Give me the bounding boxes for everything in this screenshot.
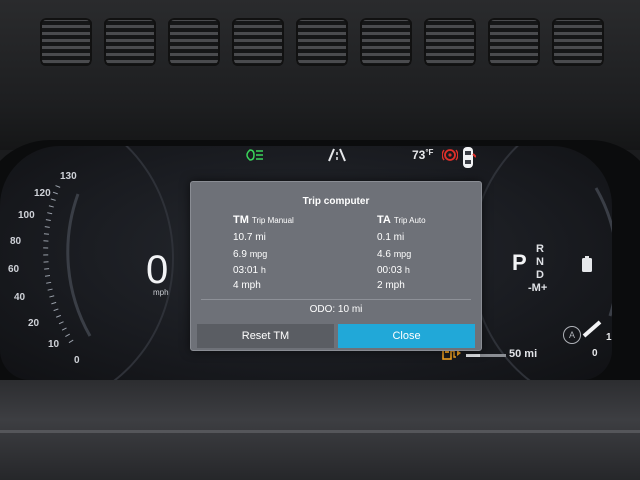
trip-auto-distance: 0.1 mi xyxy=(377,232,405,243)
trip-auto-avg-speed: 2 mph xyxy=(377,280,405,291)
fuel-range: 50 mi xyxy=(509,348,538,360)
trip-manual-label: Trip Manual xyxy=(251,216,294,225)
gear-list: R N D xyxy=(532,243,548,282)
close-button[interactable]: Close xyxy=(338,324,475,348)
vent-slat xyxy=(232,18,284,66)
vent-slat xyxy=(552,18,604,66)
time-value: 00:03 xyxy=(377,265,403,276)
economy-unit: mpg xyxy=(249,249,268,259)
time-unit: h xyxy=(260,265,266,275)
economy-unit: mpg xyxy=(393,249,412,259)
trip-manual-distance: 10.7 mi xyxy=(233,232,266,243)
trip-auto-column: TA Trip Auto 0.1 mi 4.6 mpg 00:03 h 2 mph xyxy=(377,214,497,294)
economy-value: 6.9 xyxy=(233,249,247,260)
trip-auto-time: 00:03 h xyxy=(377,262,497,278)
door-open-car-icon xyxy=(460,146,477,173)
fuel-level-bar xyxy=(466,354,506,357)
speed-readout: 0 xyxy=(146,248,169,292)
trip-manual-abbr: TM xyxy=(233,214,249,226)
speed-unit: mph xyxy=(153,288,169,297)
temperature-unit: °F xyxy=(425,148,434,157)
trip-manual-column: TM Trip Manual 10.7 mi 6.9 mpg 03:01 h 4 … xyxy=(233,214,353,294)
dashboard-trim xyxy=(0,430,640,433)
gear-option: D xyxy=(536,269,544,281)
lane-assist-icon xyxy=(327,148,347,165)
brake-warning-icon xyxy=(441,147,459,166)
gear-manual-mode: -M+ xyxy=(528,282,548,294)
trip-manual-header: TM Trip Manual xyxy=(233,214,353,226)
trip-manual-time: 03:01 h xyxy=(233,262,353,278)
dashboard-top xyxy=(0,0,640,150)
vent-slat xyxy=(40,18,92,66)
vent-slat xyxy=(424,18,476,66)
dialog-divider xyxy=(201,299,471,300)
air-vents xyxy=(40,18,640,70)
trip-auto-economy: 4.6 mpg xyxy=(377,246,497,262)
headlight-indicator-icon xyxy=(242,148,264,165)
trip-manual-economy: 6.9 mpg xyxy=(233,246,353,262)
gear-option: N xyxy=(536,256,544,268)
vent-slat xyxy=(488,18,540,66)
instrument-cluster-display: 130 120 100 80 60 40 20 10 0 0 mph 73°F … xyxy=(0,146,612,380)
odometer: ODO: 10 mi xyxy=(309,304,363,315)
gear-current: P xyxy=(512,250,527,275)
battery-icon xyxy=(582,256,592,272)
trip-auto-abbr: TA xyxy=(377,214,391,226)
auto-hold-icon: A xyxy=(563,326,581,344)
economy-value: 4.6 xyxy=(377,249,391,260)
trip-manual-avg-speed: 4 mph xyxy=(233,280,261,291)
reset-tm-button[interactable]: Reset TM xyxy=(197,324,334,348)
vent-slat xyxy=(168,18,220,66)
dialog-title: Trip computer xyxy=(302,196,370,207)
trip-computer-dialog: Trip computer TM Trip Manual 10.7 mi 6.9 … xyxy=(190,181,482,351)
speedometer-ticks xyxy=(43,185,92,348)
outside-temperature: 73°F xyxy=(412,148,433,162)
temperature-value: 73 xyxy=(412,148,426,162)
time-unit: h xyxy=(404,265,410,275)
vent-slat xyxy=(104,18,156,66)
time-value: 03:01 xyxy=(233,265,259,276)
vent-slat xyxy=(360,18,412,66)
trip-auto-label: Trip Auto xyxy=(393,216,426,225)
trip-auto-header: TA Trip Auto xyxy=(377,214,497,226)
gear-option: R xyxy=(536,243,544,255)
vent-slat xyxy=(296,18,348,66)
fuel-level-fill xyxy=(466,354,480,357)
